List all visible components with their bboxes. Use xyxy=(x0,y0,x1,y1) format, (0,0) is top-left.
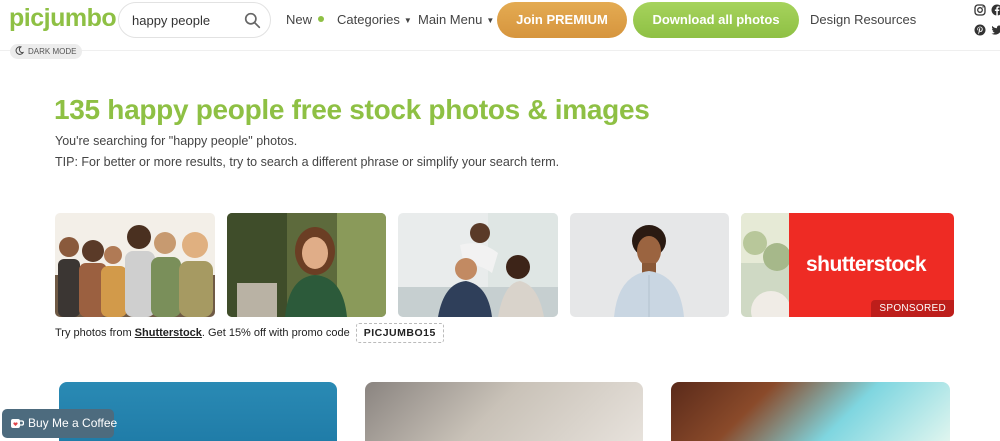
nav-categories-label: Categories xyxy=(337,12,400,27)
search-summary: You're searching for "happy people" phot… xyxy=(55,134,298,148)
header-divider xyxy=(0,50,1000,51)
join-premium-button[interactable]: Join PREMIUM xyxy=(497,2,627,38)
nav-main-menu-label: Main Menu xyxy=(418,12,483,27)
nav-design-resources[interactable]: Design Resources xyxy=(810,12,916,27)
nav-new[interactable]: New xyxy=(286,12,325,27)
sponsored-photo-family[interactable] xyxy=(398,213,558,317)
search-value[interactable]: happy people xyxy=(132,13,210,28)
promo-prefix: Try photos from xyxy=(55,327,135,339)
dark-mode-toggle[interactable]: DARK MODE xyxy=(10,44,83,59)
nav-categories[interactable]: Categories ▼ xyxy=(337,12,412,27)
search-icon[interactable] xyxy=(244,12,261,29)
new-indicator-dot xyxy=(318,16,325,22)
buy-me-a-coffee-button[interactable]: Buy Me a Coffee xyxy=(2,409,118,438)
photo-card[interactable] xyxy=(671,382,950,441)
twitter-icon[interactable] xyxy=(991,24,1000,36)
photo-card[interactable] xyxy=(365,382,643,441)
site-logo[interactable]: picjumbo xyxy=(9,4,117,33)
dark-mode-label: DARK MODE xyxy=(28,47,77,56)
top-header: picjumbo happy people New Categories ▼ Ma… xyxy=(0,0,1000,42)
download-all-photos-button[interactable]: Download all photos xyxy=(633,2,799,38)
pinterest-icon[interactable] xyxy=(974,24,986,36)
chevron-down-icon: ▼ xyxy=(403,16,412,25)
promo-middle: . Get 15% off with promo code xyxy=(201,327,350,339)
page-title: 135 happy people free stock photos & ima… xyxy=(54,94,650,125)
shutterstock-logo: shutterstock xyxy=(806,253,927,276)
sponsored-photo-partial[interactable] xyxy=(741,213,793,317)
instagram-icon[interactable] xyxy=(974,4,986,16)
nav-main-menu[interactable]: Main Menu ▼ xyxy=(418,12,494,27)
facebook-icon[interactable] xyxy=(991,4,1000,16)
shutterstock-link[interactable]: Shutterstock xyxy=(135,327,202,339)
search-tip: TIP: For better or more results, try to … xyxy=(55,155,560,169)
sponsored-photo-woman-smiling[interactable] xyxy=(227,213,386,317)
sponsored-badge: SPONSORED xyxy=(871,300,954,317)
promo-code[interactable]: PICJUMBO15 xyxy=(355,323,444,343)
shutterstock-ad[interactable]: shutterstock SPONSORED xyxy=(789,213,954,317)
nav-new-label: New xyxy=(286,12,313,27)
search-input[interactable]: happy people xyxy=(118,2,271,38)
coffee-cup-icon xyxy=(11,419,24,428)
promo-text: Try photos from Shutterstock. Get 15% of… xyxy=(55,323,444,343)
sponsored-photo-man-smiling[interactable] xyxy=(570,213,729,317)
buy-me-a-coffee-label: Buy Me a Coffee xyxy=(28,416,118,430)
chevron-down-icon: ▼ xyxy=(486,16,495,25)
moon-icon xyxy=(15,46,24,55)
sponsored-photo-group[interactable] xyxy=(55,213,215,317)
